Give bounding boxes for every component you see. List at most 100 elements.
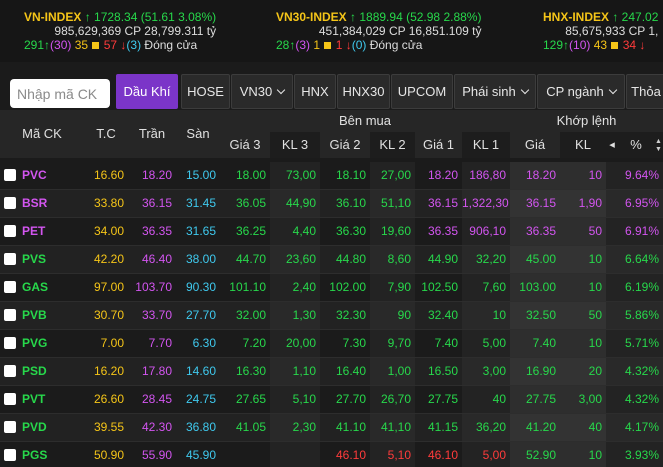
index-name: VN-INDEX [24, 10, 85, 24]
cell-g1: 102.50 [415, 274, 462, 301]
table-row[interactable]: BSR 33.80 36.15 31.45 36.05 44,90 36.10 51,10 36… [0, 190, 663, 218]
index-name: VN30-INDEX [276, 10, 351, 24]
row-checkbox[interactable] [4, 281, 16, 293]
index-breadth-line: 129↑(10) 43 34 ↓ [543, 38, 658, 52]
cell-k2: 8,60 [370, 246, 415, 273]
row-checkbox[interactable] [4, 393, 16, 405]
table-row[interactable]: PVD 39.55 42.30 36.80 41.05 2,30 41.10 41,10 41.… [0, 414, 663, 442]
row-checkbox[interactable] [4, 365, 16, 377]
stock-symbol[interactable]: GAS [22, 274, 48, 301]
header-ceiling-price: Trần [128, 110, 176, 158]
cell-tc: 30.70 [93, 308, 124, 322]
table-row[interactable]: PVS 42.20 46.40 38.00 44.70 23,60 44.80 8,60 44.… [0, 246, 663, 274]
row-checkbox[interactable] [4, 253, 16, 265]
cell-pct: 4.17% [606, 414, 663, 441]
row-checkbox[interactable] [4, 449, 16, 461]
tab-upcom[interactable]: UPCOM [391, 74, 453, 109]
tab-hnx[interactable]: HNX [294, 74, 336, 109]
cell-k2: 9,70 [370, 330, 415, 357]
stock-symbol[interactable]: PET [22, 218, 45, 245]
cell-k3: 2,30 [270, 414, 320, 441]
market-index[interactable]: HNX-INDEX ↑ 247.02 85,675,933 CP 1, 129↑(… [543, 10, 658, 52]
table-row[interactable]: PVT 26.60 28.45 24.75 27.65 5,10 27.70 26,70 27.… [0, 386, 663, 414]
tab-cp-ngành[interactable]: CP ngành [537, 74, 625, 109]
row-checkbox[interactable] [4, 309, 16, 321]
cell-k2: 7,90 [370, 274, 415, 301]
index-headline: VN30-INDEX ↑ 1889.94 (52.98 2.88%) [276, 10, 481, 24]
stock-symbol[interactable]: PVG [22, 330, 47, 357]
header-bid-col: Giá 3 [220, 132, 270, 158]
cell-k1: 7,60 [462, 274, 510, 301]
table-row[interactable]: PGS 50.90 55.90 45.90 46.10 5,10 46.10 5,00 52.9… [0, 442, 663, 467]
stock-symbol[interactable]: PGS [22, 442, 47, 467]
index-volume-line: 985,629,369 CP 28,799.311 tỷ [24, 24, 216, 38]
cell-g3: 27.65 [220, 386, 270, 413]
cell-tran: 36.15 [141, 196, 172, 210]
cell-pct: 5.86% [606, 302, 663, 329]
unchanged-square-icon [92, 42, 100, 49]
stock-code-search-input[interactable] [10, 79, 110, 108]
cell-mg: 27.75 [510, 386, 560, 413]
cell-k1: 186,80 [462, 162, 510, 189]
cell-mg: 18.20 [510, 162, 560, 189]
cell-g1: 7.40 [415, 330, 462, 357]
header-bid-col: KL 2 [370, 132, 415, 158]
cell-g2: 27.70 [320, 386, 370, 413]
table-row[interactable]: PVB 30.70 33.70 27.70 32.00 1,30 32.30 90 32.40 1… [0, 302, 663, 330]
market-index[interactable]: VN-INDEX ↑ 1728.34 (51.61 3.08%) 985,629,… [24, 10, 216, 52]
cell-mg: 36.35 [510, 218, 560, 245]
table-row[interactable]: PSD 16.20 17.80 14.60 16.30 1,10 16.40 1,00 16.5… [0, 358, 663, 386]
board-header: Mã CK T.C Trần Sàn Bên mua Khớp lệnh Giá 3 KL 3… [0, 110, 663, 158]
tab-hose[interactable]: HOSE [181, 74, 230, 109]
stock-symbol[interactable]: PVT [22, 386, 45, 413]
stock-symbol[interactable]: PSD [22, 358, 47, 385]
cell-tran: 36.35 [141, 224, 172, 238]
stock-symbol[interactable]: PVD [22, 414, 47, 441]
row-checkbox[interactable] [4, 421, 16, 433]
cell-k3: 5,10 [270, 386, 320, 413]
table-row[interactable]: PVG 7.00 7.70 6.30 7.20 20,00 7.30 9,70 7.40 5,00… [0, 330, 663, 358]
tab-thỏa[interactable]: Thỏa [626, 74, 663, 109]
cell-k3: 4,40 [270, 218, 320, 245]
table-row[interactable]: GAS 97.00 103.70 90.30 101.10 2,40 102.00 7,90 1… [0, 274, 663, 302]
sort-icon[interactable]: ▲ ▼ [654, 132, 663, 158]
cell-k1: 32,20 [462, 246, 510, 273]
toolbar: Dầu Khí HOSE VN30 HNX HNX30 UPCOM Phái sinh CP … [0, 66, 663, 110]
tab-hnx30[interactable]: HNX30 [337, 74, 390, 109]
row-checkbox[interactable] [4, 225, 16, 237]
index-change: (51.61 [140, 10, 179, 24]
unchanged-square-icon [324, 42, 332, 49]
stock-symbol[interactable]: PVS [22, 246, 46, 273]
cell-mk: 50 [560, 218, 606, 245]
cell-k3: 23,60 [270, 246, 320, 273]
tab-phái-sinh[interactable]: Phái sinh [454, 74, 536, 109]
cell-mk: 20 [560, 358, 606, 385]
stock-symbol[interactable]: BSR [22, 190, 47, 217]
index-trade-value: CP 1, [628, 24, 659, 38]
cell-g3: 16.30 [220, 358, 270, 385]
chevron-down-icon [520, 85, 529, 95]
market-index[interactable]: VN30-INDEX ↑ 1889.94 (52.98 2.88%) 451,38… [276, 10, 481, 52]
scroll-left-arrow-icon[interactable]: ◂ [606, 132, 618, 158]
cell-g3: 44.70 [220, 246, 270, 273]
cell-k2: 1,00 [370, 358, 415, 385]
header-bid-col: Giá 2 [320, 132, 370, 158]
row-checkbox[interactable] [4, 169, 16, 181]
index-volume-line: 451,384,029 CP 16,851.109 tỷ [276, 24, 482, 38]
stock-symbol[interactable]: PVB [22, 302, 47, 329]
ceiling-count: (30) [50, 38, 75, 52]
row-checkbox[interactable] [4, 197, 16, 209]
cell-mg: 45.00 [510, 246, 560, 273]
table-row[interactable]: PVC 16.60 18.20 15.00 18.00 73,00 18.10 27,00 18… [0, 162, 663, 190]
row-checkbox[interactable] [4, 337, 16, 349]
tab-vn30[interactable]: VN30 [231, 74, 293, 109]
table-row[interactable]: PET 34.00 36.35 31.65 36.25 4,40 36.30 19,60 36.… [0, 218, 663, 246]
index-headline: HNX-INDEX ↑ 247.02 [543, 10, 658, 24]
cell-k1: 40 [462, 386, 510, 413]
tab-dầu-khí[interactable]: Dầu Khí [116, 74, 178, 109]
cell-san: 6.30 [192, 336, 216, 350]
cell-tc: 33.80 [93, 196, 124, 210]
header-ref-price: T.C [84, 110, 128, 158]
stock-symbol[interactable]: PVC [22, 162, 47, 189]
tab-label: VN30 [239, 84, 273, 99]
